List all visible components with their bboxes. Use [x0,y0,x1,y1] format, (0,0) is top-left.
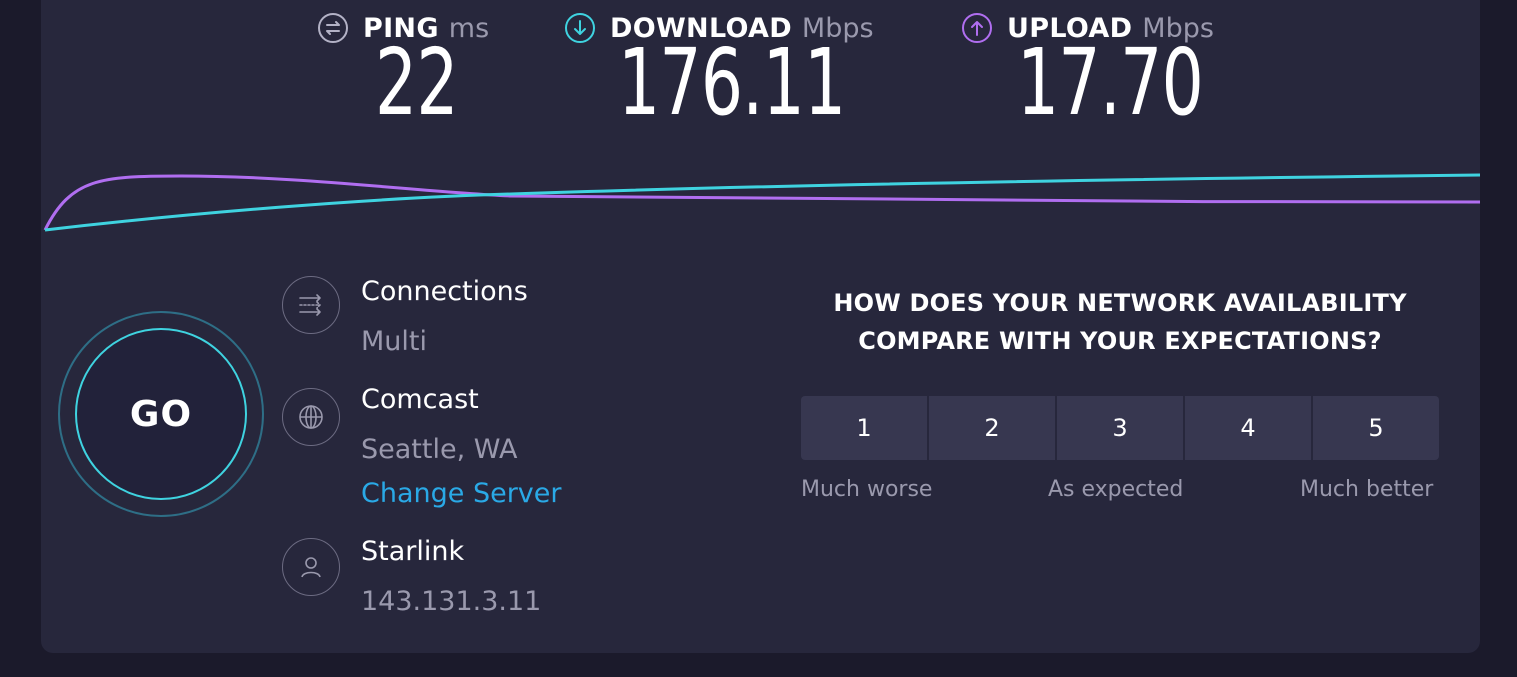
upload-value: 17.70 [1017,29,1204,136]
rating-button-3[interactable]: 3 [1057,396,1183,460]
download-value: 176.11 [618,29,846,136]
scale-label-high: Much better [1300,477,1434,502]
server-provider: Comcast [361,384,479,415]
rating-button-1[interactable]: 1 [801,396,927,460]
download-arrow-icon [564,12,596,44]
globe-icon [282,388,340,446]
change-server-link[interactable]: Change Server [361,478,562,509]
speedtest-panel: PING ms 22 DOWNLOAD Mbps 176.11 UPLOAD M… [41,0,1480,653]
upload-arrow-icon [961,12,993,44]
user-icon [282,538,340,596]
isp-name: Starlink [361,536,465,567]
rating-button-2[interactable]: 2 [929,396,1055,460]
connections-title: Connections [361,276,528,307]
rating-scale: 1 2 3 4 5 [801,396,1439,460]
scale-label-mid: As expected [1048,477,1184,502]
isp-ip: 143.131.3.11 [361,586,542,617]
survey-question: HOW DOES YOUR NETWORK AVAILABILITY COMPA… [801,284,1439,360]
go-label: GO [129,393,193,435]
survey-question-line1: HOW DOES YOUR NETWORK AVAILABILITY [833,289,1407,317]
connections-icon [282,276,340,334]
speed-graph [43,173,1480,232]
scale-label-low: Much worse [801,477,933,502]
survey-question-line2: COMPARE WITH YOUR EXPECTATIONS? [858,327,1382,355]
ping-icon [317,12,349,44]
rating-button-4[interactable]: 4 [1185,396,1311,460]
rating-button-5[interactable]: 5 [1313,396,1439,460]
upload-speed-line [43,174,1480,231]
go-button[interactable]: GO [75,328,247,500]
connections-value: Multi [361,326,427,357]
ping-value: 22 [375,29,459,136]
server-location: Seattle, WA [361,434,518,465]
